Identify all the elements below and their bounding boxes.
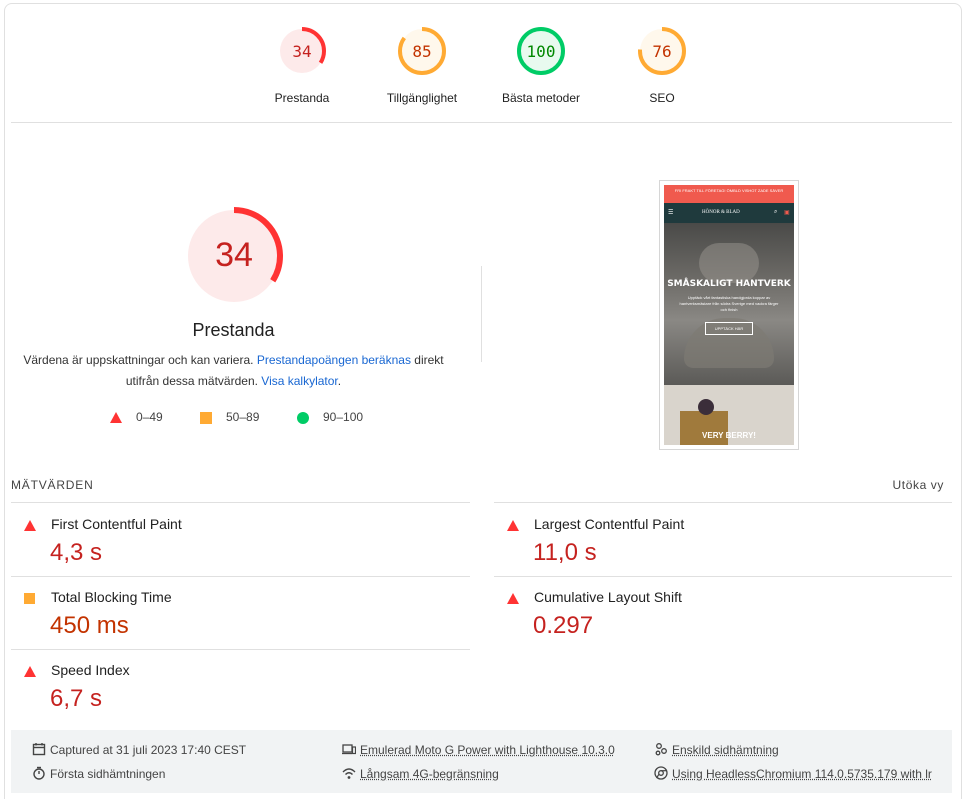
gauge-performance[interactable]: 34 Prestanda [242,25,362,105]
divider [11,649,470,650]
device-text: Emulerad Moto G Power with Lighthouse 10… [360,743,615,757]
screenshot-content: FRI FRAKT TILL FÖRETAG! ÖMBLD VISHOT ZAD… [664,185,794,445]
expand-view-toggle[interactable]: Utöka vy [893,478,944,492]
divider [11,576,470,577]
gauge-label: Bästa metoder [501,91,581,105]
site-logo: HÖNOR & BLAD [702,210,740,215]
gauge-score: 85 [412,42,432,61]
hero-title: SMÅSKALIGT HANTVERK [667,279,791,289]
metric-value: 4,3 s [50,539,103,566]
search-icon: ⌕ [774,209,778,215]
score-calculation-link[interactable]: Prestandapoängen beräknas [257,353,411,367]
gauge-accessibility[interactable]: 85 Tillgänglighet [362,25,482,105]
site-banner: FRI FRAKT TILL FÖRETAG! ÖMBLD VISHOT ZAD… [664,185,794,203]
metric-cls: Cumulative Layout Shift 0.297 [494,589,952,639]
gauge-label: Tillgänglighet [386,91,458,105]
metric-title: Cumulative Layout Shift [534,589,682,605]
divider [494,502,952,503]
metric-speed-index: Speed Index 6,7 s [11,662,470,712]
metric-title: Total Blocking Time [51,589,172,605]
product-image-shape [698,399,714,415]
fail-triangle-icon [507,520,519,531]
divider [11,502,470,503]
site-nav: ☰ HÖNOR & BLAD ⌕ ▣ [664,203,794,223]
performance-description: Värdena är uppskattningar och kan varier… [20,350,447,392]
final-screenshot[interactable]: FRI FRAKT TILL FÖRETAG! ÖMBLD VISHOT ZAD… [659,180,799,450]
metric-fcp: First Contentful Paint 4,3 s [11,516,470,566]
first-load-text: Första sidhämtningen [50,767,166,781]
gauge-label: Prestanda [274,91,330,105]
metric-tbt: Total Blocking Time 450 ms [11,589,470,639]
vertical-divider [481,266,482,362]
product-title: VERY BERRY! [702,431,756,440]
gauge-score: 76 [652,42,672,61]
calendar-icon [32,743,46,756]
average-square-icon [24,593,35,604]
gauge-best-practices[interactable]: 100 Bästa metoder [481,25,601,105]
gauge-score: 34 [292,42,312,61]
gauge-score: 100 [526,42,556,61]
legend-label: 90–100 [323,410,364,424]
single-load-text: Enskild sidhämtning [672,743,779,757]
divider [11,122,952,123]
desc-text: . [337,374,342,388]
calculator-link[interactable]: Visa kalkylator [261,374,337,388]
fail-triangle-icon [24,666,36,677]
triangle-icon [110,412,122,423]
metric-title: First Contentful Paint [51,516,182,532]
menu-icon: ☰ [668,210,674,216]
timer-icon [33,766,45,780]
fail-triangle-icon [507,593,519,604]
metric-title: Speed Index [51,662,130,678]
cart-icon: ▣ [784,210,790,216]
gauge-seo[interactable]: 76 SEO [602,25,722,105]
circle-icon [297,412,309,424]
metric-value: 11,0 s [533,539,597,566]
devices-icon [342,744,356,755]
captured-text: Captured at 31 juli 2023 17:40 CEST [50,743,247,757]
metrics-heading: MÄTVÄRDEN [11,478,94,492]
category-gauges: 34 Prestanda 85 Tillgänglighet 100 Bästa… [0,25,966,115]
gauge-label: SEO [649,91,675,105]
metric-title: Largest Contentful Paint [534,516,685,532]
legend-label: 0–49 [136,410,163,424]
metric-value: 450 ms [50,612,129,639]
metric-value: 6,7 s [50,685,103,712]
performance-title: Prestanda [192,320,275,340]
hero-text: Upptäck vårt fantastiska handgjorda kopp… [679,295,779,312]
person-icon [655,743,667,756]
metric-value: 0.297 [533,612,594,639]
hero-image-shape [699,243,759,283]
metric-lcp: Largest Contentful Paint 11,0 s [494,516,952,566]
browser-text: Using HeadlessChromium 114.0.5735.179 wi… [672,767,932,781]
hero-cta: UPPTÄCK HÄR [705,322,753,335]
chrome-icon [654,766,668,780]
site-product-section: VERY BERRY! [664,385,794,445]
fail-triangle-icon [24,520,36,531]
network-text: Långsam 4G-begränsning [360,767,499,781]
performance-score: 34 [215,236,253,274]
site-hero: SMÅSKALIGT HANTVERK Upptäck vårt fantast… [664,223,794,385]
divider [494,576,952,577]
legend-label: 50–89 [226,410,260,424]
runtime-settings: Captured at 31 juli 2023 17:40 CEST Förs… [11,730,952,793]
desc-text: Värdena är uppskattningar och kan varier… [23,353,257,367]
wifi-icon [342,768,356,779]
square-icon [200,412,212,424]
